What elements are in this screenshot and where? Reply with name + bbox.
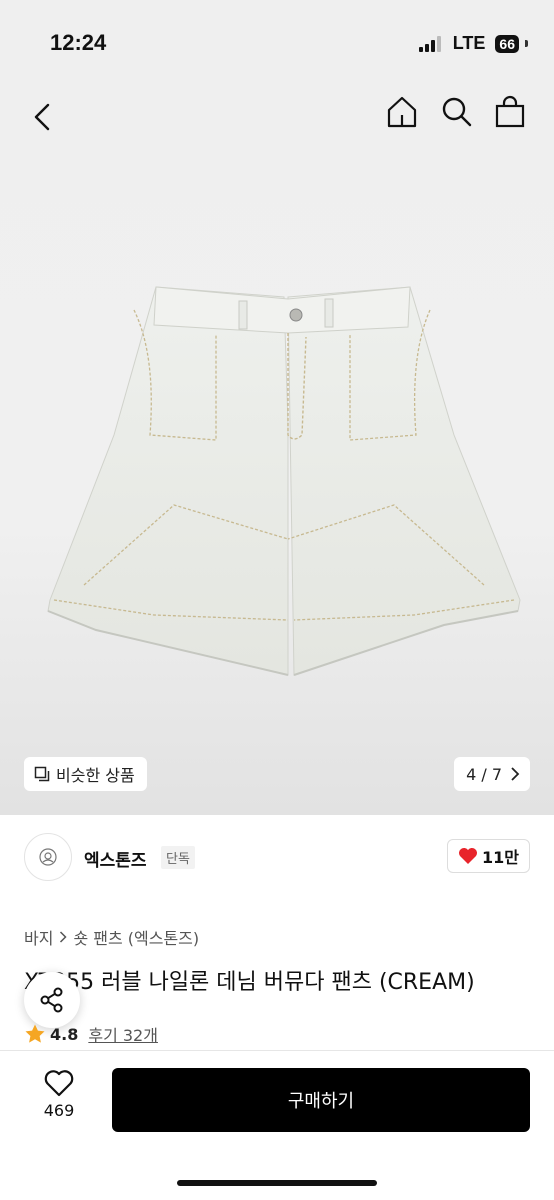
wishlist-count: 469	[43, 1101, 75, 1120]
bottom-action-bar: 469 구매하기	[0, 1050, 554, 1200]
review-link[interactable]: 후기 32개	[88, 1022, 158, 1046]
heart-outline-icon	[44, 1070, 74, 1097]
exclusive-badge: 단독	[161, 846, 195, 869]
status-bar: 12:24 LTE 66	[0, 0, 554, 88]
home-icon[interactable]	[386, 95, 418, 129]
signal-icon	[418, 35, 441, 52]
copy-icon	[34, 766, 50, 782]
breadcrumb-subcategory[interactable]: 숏 팬츠 (엑스톤즈)	[73, 925, 199, 949]
share-button[interactable]	[24, 972, 80, 1028]
wishlist-button[interactable]: 469	[30, 1069, 88, 1120]
top-nav-icons	[386, 95, 526, 129]
search-icon[interactable]	[440, 95, 472, 129]
status-indicators: LTE 66	[418, 33, 528, 54]
rating-value: 4.8	[50, 1024, 79, 1044]
chevron-right-icon	[511, 767, 520, 781]
share-icon	[40, 987, 63, 1013]
breadcrumb: 바지 숏 팬츠 (엑스톤즈)	[24, 925, 199, 949]
brand-logo-icon	[39, 848, 57, 866]
buy-button[interactable]: 구매하기	[112, 1068, 530, 1132]
battery-icon: 66	[495, 34, 519, 53]
rating-row: 4.8 후기 32개	[24, 1022, 158, 1046]
star-icon	[25, 1024, 45, 1043]
image-page-indicator[interactable]: 4 / 7	[454, 757, 530, 791]
product-title: XT355 러블 나일론 데님 버뮤다 팬츠 (CREAM)	[24, 970, 475, 995]
brand-like-count: 11만	[482, 848, 519, 867]
heart-filled-icon	[459, 848, 477, 864]
shopping-bag-icon[interactable]	[494, 95, 526, 129]
status-time: 12:24	[50, 30, 107, 55]
home-indicator	[177, 1180, 377, 1186]
similar-products-label: 비슷한 상품	[56, 766, 135, 785]
page-indicator-text: 4 / 7	[466, 764, 502, 784]
brand-row: 엑스톤즈 단독 11만	[0, 815, 554, 903]
similar-products-button[interactable]: 비슷한 상품	[24, 757, 147, 791]
chevron-left-icon[interactable]	[26, 100, 60, 134]
brand-like-button[interactable]: 11만	[447, 839, 530, 873]
brand-name[interactable]: 엑스톤즈	[84, 846, 147, 871]
brand-logo[interactable]	[24, 833, 72, 881]
battery-tip	[525, 40, 528, 47]
network-type: LTE	[452, 33, 486, 53]
product-image	[47, 286, 521, 676]
chevron-right-icon	[60, 931, 68, 943]
breadcrumb-category[interactable]: 바지	[24, 925, 53, 949]
